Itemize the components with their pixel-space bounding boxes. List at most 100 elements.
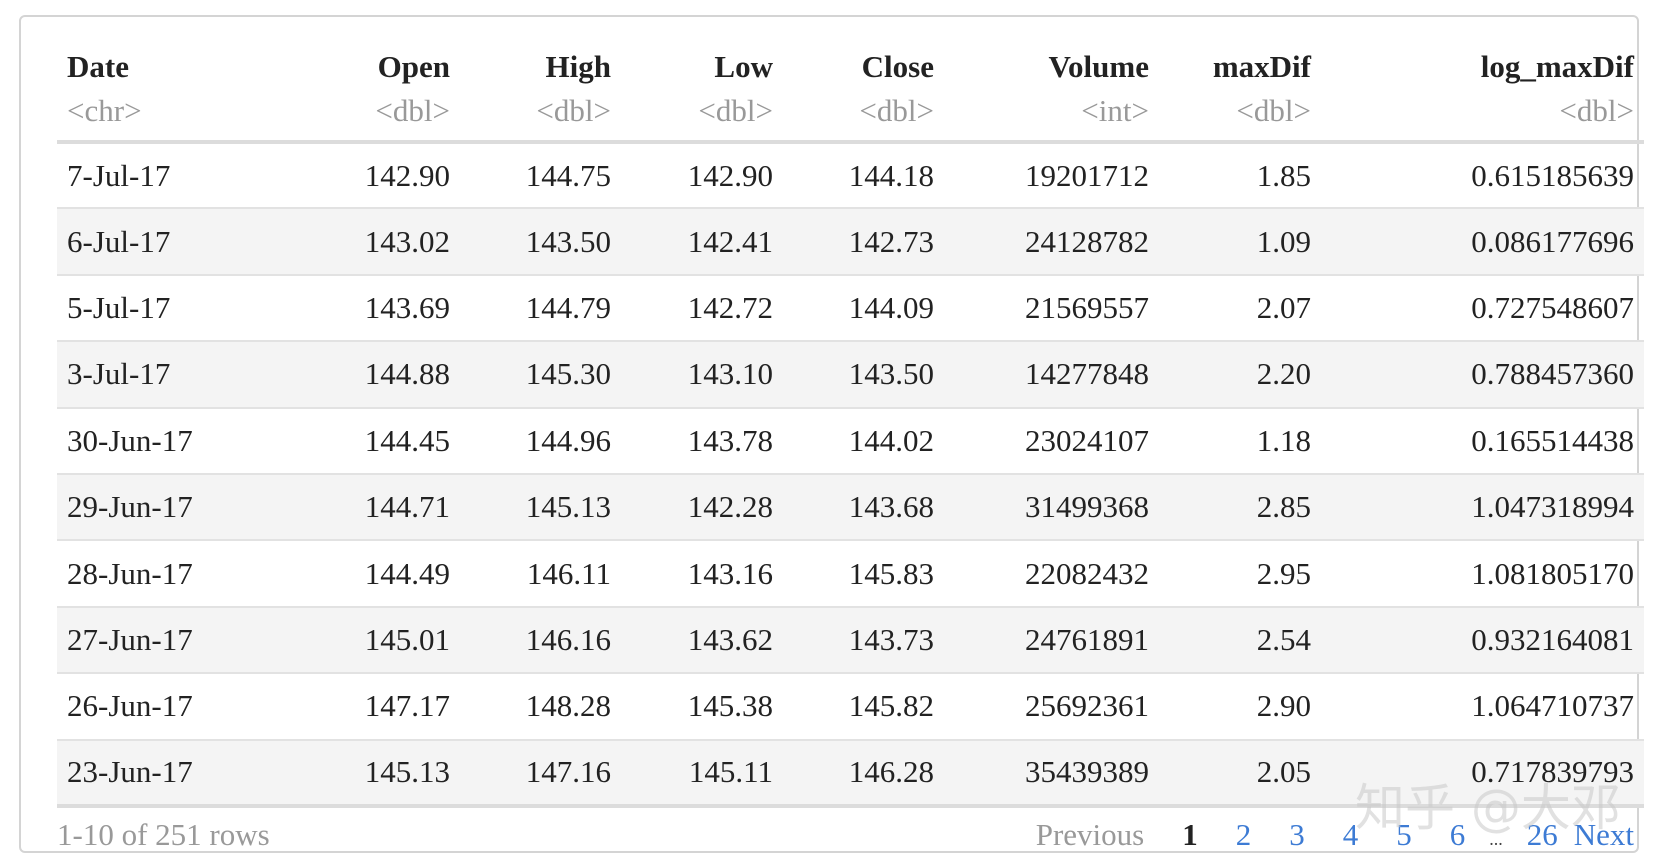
page-1-button[interactable]: 1 <box>1182 817 1198 853</box>
cell-maxdif: 2.85 <box>1256 489 1311 525</box>
cell-volume: 24128782 <box>1025 223 1149 259</box>
cell-volume: 24761891 <box>1025 621 1149 657</box>
cell-low: 142.41 <box>687 223 773 259</box>
cell-high: 144.96 <box>525 422 611 458</box>
column-type: <dbl> <box>375 93 450 128</box>
table-row: 30-Jun-17 144.45 144.96 143.78 144.02 2302410… <box>57 408 1644 474</box>
cell-high: 148.28 <box>525 688 611 724</box>
cell-close: 146.28 <box>848 754 934 790</box>
cell-maxdif: 1.85 <box>1256 157 1311 193</box>
cell-log_maxdif: 0.932164081 <box>1471 621 1634 657</box>
cell-close: 143.73 <box>848 621 934 657</box>
cell-maxdif: 1.18 <box>1256 422 1311 458</box>
cell-open: 144.88 <box>364 356 450 392</box>
column-type: <dbl> <box>698 93 773 128</box>
cell-low: 142.28 <box>687 489 773 525</box>
table-row: 28-Jun-17 144.49 146.11 143.16 145.83 2208243… <box>57 540 1644 607</box>
column-header-close: Close <dbl> <box>783 38 944 142</box>
table-row: 5-Jul-17 143.69 144.79 142.72 144.09 21569557… <box>57 275 1644 342</box>
column-header-maxdif: maxDif <dbl> <box>1159 38 1321 142</box>
cell-log_maxdif: 0.717839793 <box>1471 754 1634 790</box>
page-26-button[interactable]: 26 <box>1527 817 1558 853</box>
cell-low: 142.90 <box>687 157 773 193</box>
cell-close: 144.18 <box>848 157 934 193</box>
page-6-button[interactable]: 6 <box>1450 817 1466 853</box>
cell-open: 143.69 <box>364 289 450 325</box>
cell-date: 6-Jul-17 <box>67 223 171 259</box>
cell-log_maxdif: 0.086177696 <box>1471 223 1634 259</box>
cell-date: 23-Jun-17 <box>67 754 193 790</box>
header-row: Date <chr> Open <dbl> High <dbl> Low <dbl> Close… <box>57 38 1644 142</box>
column-name: Low <box>714 49 773 84</box>
cell-low: 143.78 <box>687 422 773 458</box>
column-type: <dbl> <box>859 93 934 128</box>
cell-close: 143.50 <box>848 356 934 392</box>
column-type: <dbl> <box>1559 93 1634 128</box>
cell-volume: 22082432 <box>1025 555 1149 591</box>
cell-high: 146.11 <box>526 555 611 591</box>
cell-date: 26-Jun-17 <box>67 688 193 724</box>
cell-date: 7-Jul-17 <box>67 157 171 193</box>
cell-log_maxdif: 1.081805170 <box>1471 555 1634 591</box>
cell-close: 142.73 <box>848 223 934 259</box>
cell-high: 143.50 <box>525 223 611 259</box>
pagination: Previous 1 2 3 4 5 6 ... 26 Next <box>998 817 1634 853</box>
cell-maxdif: 2.95 <box>1256 555 1311 591</box>
table-row: 7-Jul-17 142.90 144.75 142.90 144.18 19201712… <box>57 142 1644 209</box>
cell-high: 146.16 <box>525 621 611 657</box>
cell-date: 27-Jun-17 <box>67 621 193 657</box>
previous-button[interactable]: Previous <box>1036 817 1145 853</box>
cell-low: 143.10 <box>687 356 773 392</box>
cell-high: 145.30 <box>525 356 611 392</box>
paged-table-card: Date <chr> Open <dbl> High <dbl> Low <dbl> Close… <box>19 15 1644 853</box>
page-3-button[interactable]: 3 <box>1289 817 1305 853</box>
cell-open: 143.02 <box>364 223 450 259</box>
cell-volume: 31499368 <box>1025 489 1149 525</box>
column-header-high: High <dbl> <box>460 38 621 142</box>
cell-log_maxdif: 1.047318994 <box>1471 489 1634 525</box>
cell-close: 143.68 <box>848 489 934 525</box>
page-5-button[interactable]: 5 <box>1396 817 1412 853</box>
row-count-info: 1-10 of 251 rows <box>57 817 270 852</box>
page-4-button[interactable]: 4 <box>1343 817 1359 853</box>
cell-date: 3-Jul-17 <box>67 356 171 392</box>
column-type: <int> <box>1081 93 1149 128</box>
cell-log_maxdif: 0.615185639 <box>1471 157 1634 193</box>
table-row: 23-Jun-17 145.13 147.16 145.11 146.28 3543938… <box>57 739 1644 806</box>
column-type: <dbl> <box>536 93 611 128</box>
cell-maxdif: 2.90 <box>1256 688 1311 724</box>
cell-low: 145.38 <box>687 688 773 724</box>
page-2-button[interactable]: 2 <box>1236 817 1252 853</box>
next-button[interactable]: Next <box>1574 817 1634 853</box>
cell-open: 144.71 <box>364 489 450 525</box>
data-table: Date <chr> Open <dbl> High <dbl> Low <dbl> Close… <box>57 38 1644 808</box>
table-row: 27-Jun-17 145.01 146.16 143.62 143.73 2476189… <box>57 606 1644 674</box>
cell-volume: 23024107 <box>1025 422 1149 458</box>
column-header-date: Date <chr> <box>57 38 257 142</box>
cell-log_maxdif: 0.788457360 <box>1471 356 1634 392</box>
column-header-log_maxdif: log_maxDif <dbl> <box>1321 38 1644 142</box>
cell-low: 142.72 <box>687 289 773 325</box>
column-header-open: Open <dbl> <box>257 38 460 142</box>
column-name: Date <box>67 49 129 84</box>
column-name: Close <box>861 49 934 84</box>
table-footer: 1-10 of 251 rows Previous 1 2 3 4 5 6 ..… <box>57 817 1644 863</box>
table-row: 3-Jul-17 144.88 145.30 143.10 143.50 14277848… <box>57 341 1644 408</box>
pagination-ellipsis: ... <box>1489 829 1503 849</box>
cell-date: 29-Jun-17 <box>67 489 193 525</box>
table-row: 29-Jun-17 144.71 145.13 142.28 143.68 3149936… <box>57 473 1644 541</box>
cell-close: 144.09 <box>848 289 934 325</box>
cell-high: 147.16 <box>525 754 611 790</box>
cell-maxdif: 2.54 <box>1256 621 1311 657</box>
cell-maxdif: 1.09 <box>1256 223 1311 259</box>
column-name: log_maxDif <box>1480 49 1634 84</box>
column-name: maxDif <box>1212 49 1311 84</box>
column-header-volume: Volume <int> <box>944 38 1159 142</box>
cell-log_maxdif: 0.727548607 <box>1471 289 1634 325</box>
cell-volume: 35439389 <box>1025 754 1149 790</box>
cell-volume: 21569557 <box>1025 289 1149 325</box>
cell-low: 145.11 <box>688 754 773 790</box>
cell-high: 144.79 <box>525 289 611 325</box>
cell-close: 145.83 <box>848 555 934 591</box>
cell-low: 143.16 <box>687 555 773 591</box>
